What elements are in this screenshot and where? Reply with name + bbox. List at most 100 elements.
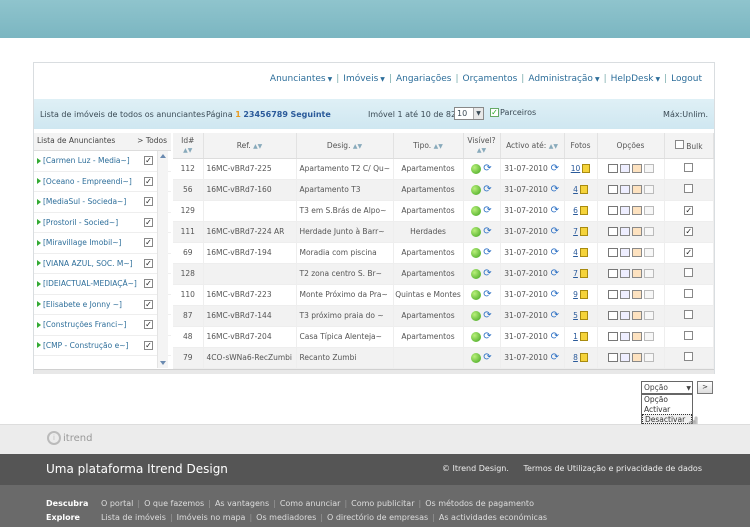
refresh-icon[interactable]: ⟳ [483, 247, 493, 258]
row-desig[interactable]: T2 zona centro S. Br~ [296, 263, 394, 285]
anunciante-name[interactable]: [Elisabete e Jonny ~] [43, 300, 143, 309]
nav-logout[interactable]: Logout [671, 74, 702, 84]
status-green-icon[interactable] [470, 205, 481, 216]
per-page-select[interactable]: 10 ▼ [454, 107, 484, 120]
anunciante-checkbox[interactable]: ✓ [144, 340, 153, 350]
anunciante-item[interactable]: [IDEIACTUAL-MEDIAÇÃ~] ✓ [34, 274, 171, 295]
fotos-link[interactable]: 7 [573, 269, 578, 278]
col-visivel[interactable]: Visível? ▲▼ [463, 133, 501, 159]
edit-icon[interactable] [631, 353, 642, 363]
refresh-icon[interactable]: ⟳ [483, 184, 493, 195]
edit-icon[interactable] [631, 227, 642, 237]
row-desig[interactable]: Monte Próximo da Pra~ [296, 284, 394, 306]
trash-icon[interactable] [643, 332, 654, 342]
trash-icon[interactable] [643, 185, 654, 195]
status-green-icon[interactable] [470, 163, 481, 174]
refresh-icon[interactable]: ⟳ [483, 352, 493, 363]
fotos-link[interactable]: 4 [573, 248, 578, 257]
trash-icon[interactable] [643, 206, 654, 216]
photo-icon[interactable] [579, 332, 588, 342]
envelope-icon[interactable] [607, 269, 618, 279]
row-desig[interactable]: Apartamento T3 [296, 179, 394, 201]
envelope-icon[interactable] [607, 290, 618, 300]
footer-link[interactable]: Os mediadores [256, 513, 316, 522]
edit-icon[interactable] [631, 269, 642, 279]
photo-icon[interactable] [579, 311, 588, 321]
nav-imveis[interactable]: Imóveis ▼ [343, 74, 385, 84]
anunciante-checkbox[interactable]: ✓ [144, 176, 153, 186]
col-bulk[interactable]: Bulk [664, 133, 714, 159]
status-green-icon[interactable] [470, 352, 481, 363]
nav-anunciantes[interactable]: Anunciantes ▼ [270, 74, 332, 84]
bulk-checkbox[interactable] [684, 184, 694, 193]
bulk-checkbox[interactable]: ✓ [684, 227, 694, 236]
renew-icon[interactable]: ⟳ [550, 247, 560, 258]
renew-icon[interactable]: ⟳ [550, 226, 560, 237]
copy-icon[interactable] [619, 290, 630, 300]
status-green-icon[interactable] [470, 331, 481, 342]
bulk-checkbox[interactable]: ✓ [684, 248, 694, 257]
footer-link[interactable]: As vantagens [215, 499, 269, 508]
row-desig[interactable]: Casa Típica Alenteja~ [296, 326, 394, 348]
row-desig[interactable]: Recanto Zumbi [296, 347, 394, 369]
fotos-link[interactable]: 4 [573, 185, 578, 194]
trash-icon[interactable] [643, 227, 654, 237]
nav-helpdesk[interactable]: HelpDesk ▼ [611, 74, 661, 84]
fotos-link[interactable]: 5 [573, 311, 578, 320]
envelope-icon[interactable] [607, 353, 618, 363]
anunciante-name[interactable]: [Oceano - Empreendi~] [43, 177, 143, 186]
footer-link[interactable]: O directório de empresas [327, 513, 428, 522]
envelope-icon[interactable] [607, 332, 618, 342]
row-desig[interactable]: Apartamento T2 C/ Qu~ [296, 158, 394, 180]
copy-icon[interactable] [619, 248, 630, 258]
edit-icon[interactable] [631, 311, 642, 321]
footer-link[interactable]: O portal [101, 499, 133, 508]
envelope-icon[interactable] [607, 185, 618, 195]
bulk-checkbox[interactable] [684, 331, 694, 340]
nav-angariaes[interactable]: Angariações [396, 74, 452, 84]
parceiros-checkbox[interactable]: ✓ [490, 108, 499, 117]
anunciante-checkbox[interactable]: ✓ [144, 279, 153, 289]
horizontal-scrollbar[interactable] [34, 369, 714, 374]
status-green-icon[interactable] [470, 184, 481, 195]
copy-icon[interactable] [619, 164, 630, 174]
bulk-checkbox[interactable] [684, 163, 694, 172]
footer-link[interactable]: Lista de imóveis [101, 513, 166, 522]
status-green-icon[interactable] [470, 247, 481, 258]
row-desig[interactable]: T3 próximo praia do ~ [296, 305, 394, 327]
edit-icon[interactable] [631, 206, 642, 216]
bulk-action-select[interactable]: Opção ▼ [641, 381, 693, 394]
footer-link[interactable]: Como publicitar [351, 499, 414, 508]
renew-icon[interactable]: ⟳ [550, 352, 560, 363]
photo-icon[interactable] [579, 353, 588, 363]
copy-icon[interactable] [619, 185, 630, 195]
fotos-link[interactable]: 6 [573, 206, 578, 215]
anunciante-name[interactable]: [Carmen Luz - Media~] [43, 156, 143, 165]
refresh-icon[interactable]: ⟳ [483, 268, 493, 279]
envelope-icon[interactable] [607, 164, 618, 174]
photo-icon[interactable] [579, 185, 588, 195]
refresh-icon[interactable]: ⟳ [483, 331, 493, 342]
bulk-all-checkbox[interactable] [674, 139, 684, 149]
anunciante-checkbox[interactable]: ✓ [144, 156, 153, 166]
renew-icon[interactable]: ⟳ [550, 331, 560, 342]
anunciante-item[interactable]: [VIANA AZUL, SOC. M~] ✓ [34, 254, 171, 274]
anunciante-item[interactable]: [Oceano - Empreendi~] ✓ [34, 172, 171, 192]
copy-icon[interactable] [619, 332, 630, 342]
anunciante-item[interactable]: [Elisabete e Jonny ~] ✓ [34, 295, 171, 315]
fotos-link[interactable]: 8 [573, 353, 578, 362]
col-ref[interactable]: Ref. ▲▼ [203, 133, 297, 159]
trash-icon[interactable] [643, 353, 654, 363]
col-activo[interactable]: Activo até: ▲▼ [500, 133, 565, 159]
renew-icon[interactable]: ⟳ [550, 268, 560, 279]
edit-icon[interactable] [631, 290, 642, 300]
anunciante-checkbox[interactable]: ✓ [144, 258, 153, 268]
status-green-icon[interactable] [470, 268, 481, 279]
trash-icon[interactable] [643, 311, 654, 321]
envelope-icon[interactable] [607, 227, 618, 237]
copy-icon[interactable] [619, 206, 630, 216]
footer-link[interactable]: Imóveis no mapa [177, 513, 246, 522]
photo-icon[interactable] [579, 227, 588, 237]
trash-icon[interactable] [643, 290, 654, 300]
col-desig[interactable]: Desig. ▲▼ [296, 133, 394, 159]
